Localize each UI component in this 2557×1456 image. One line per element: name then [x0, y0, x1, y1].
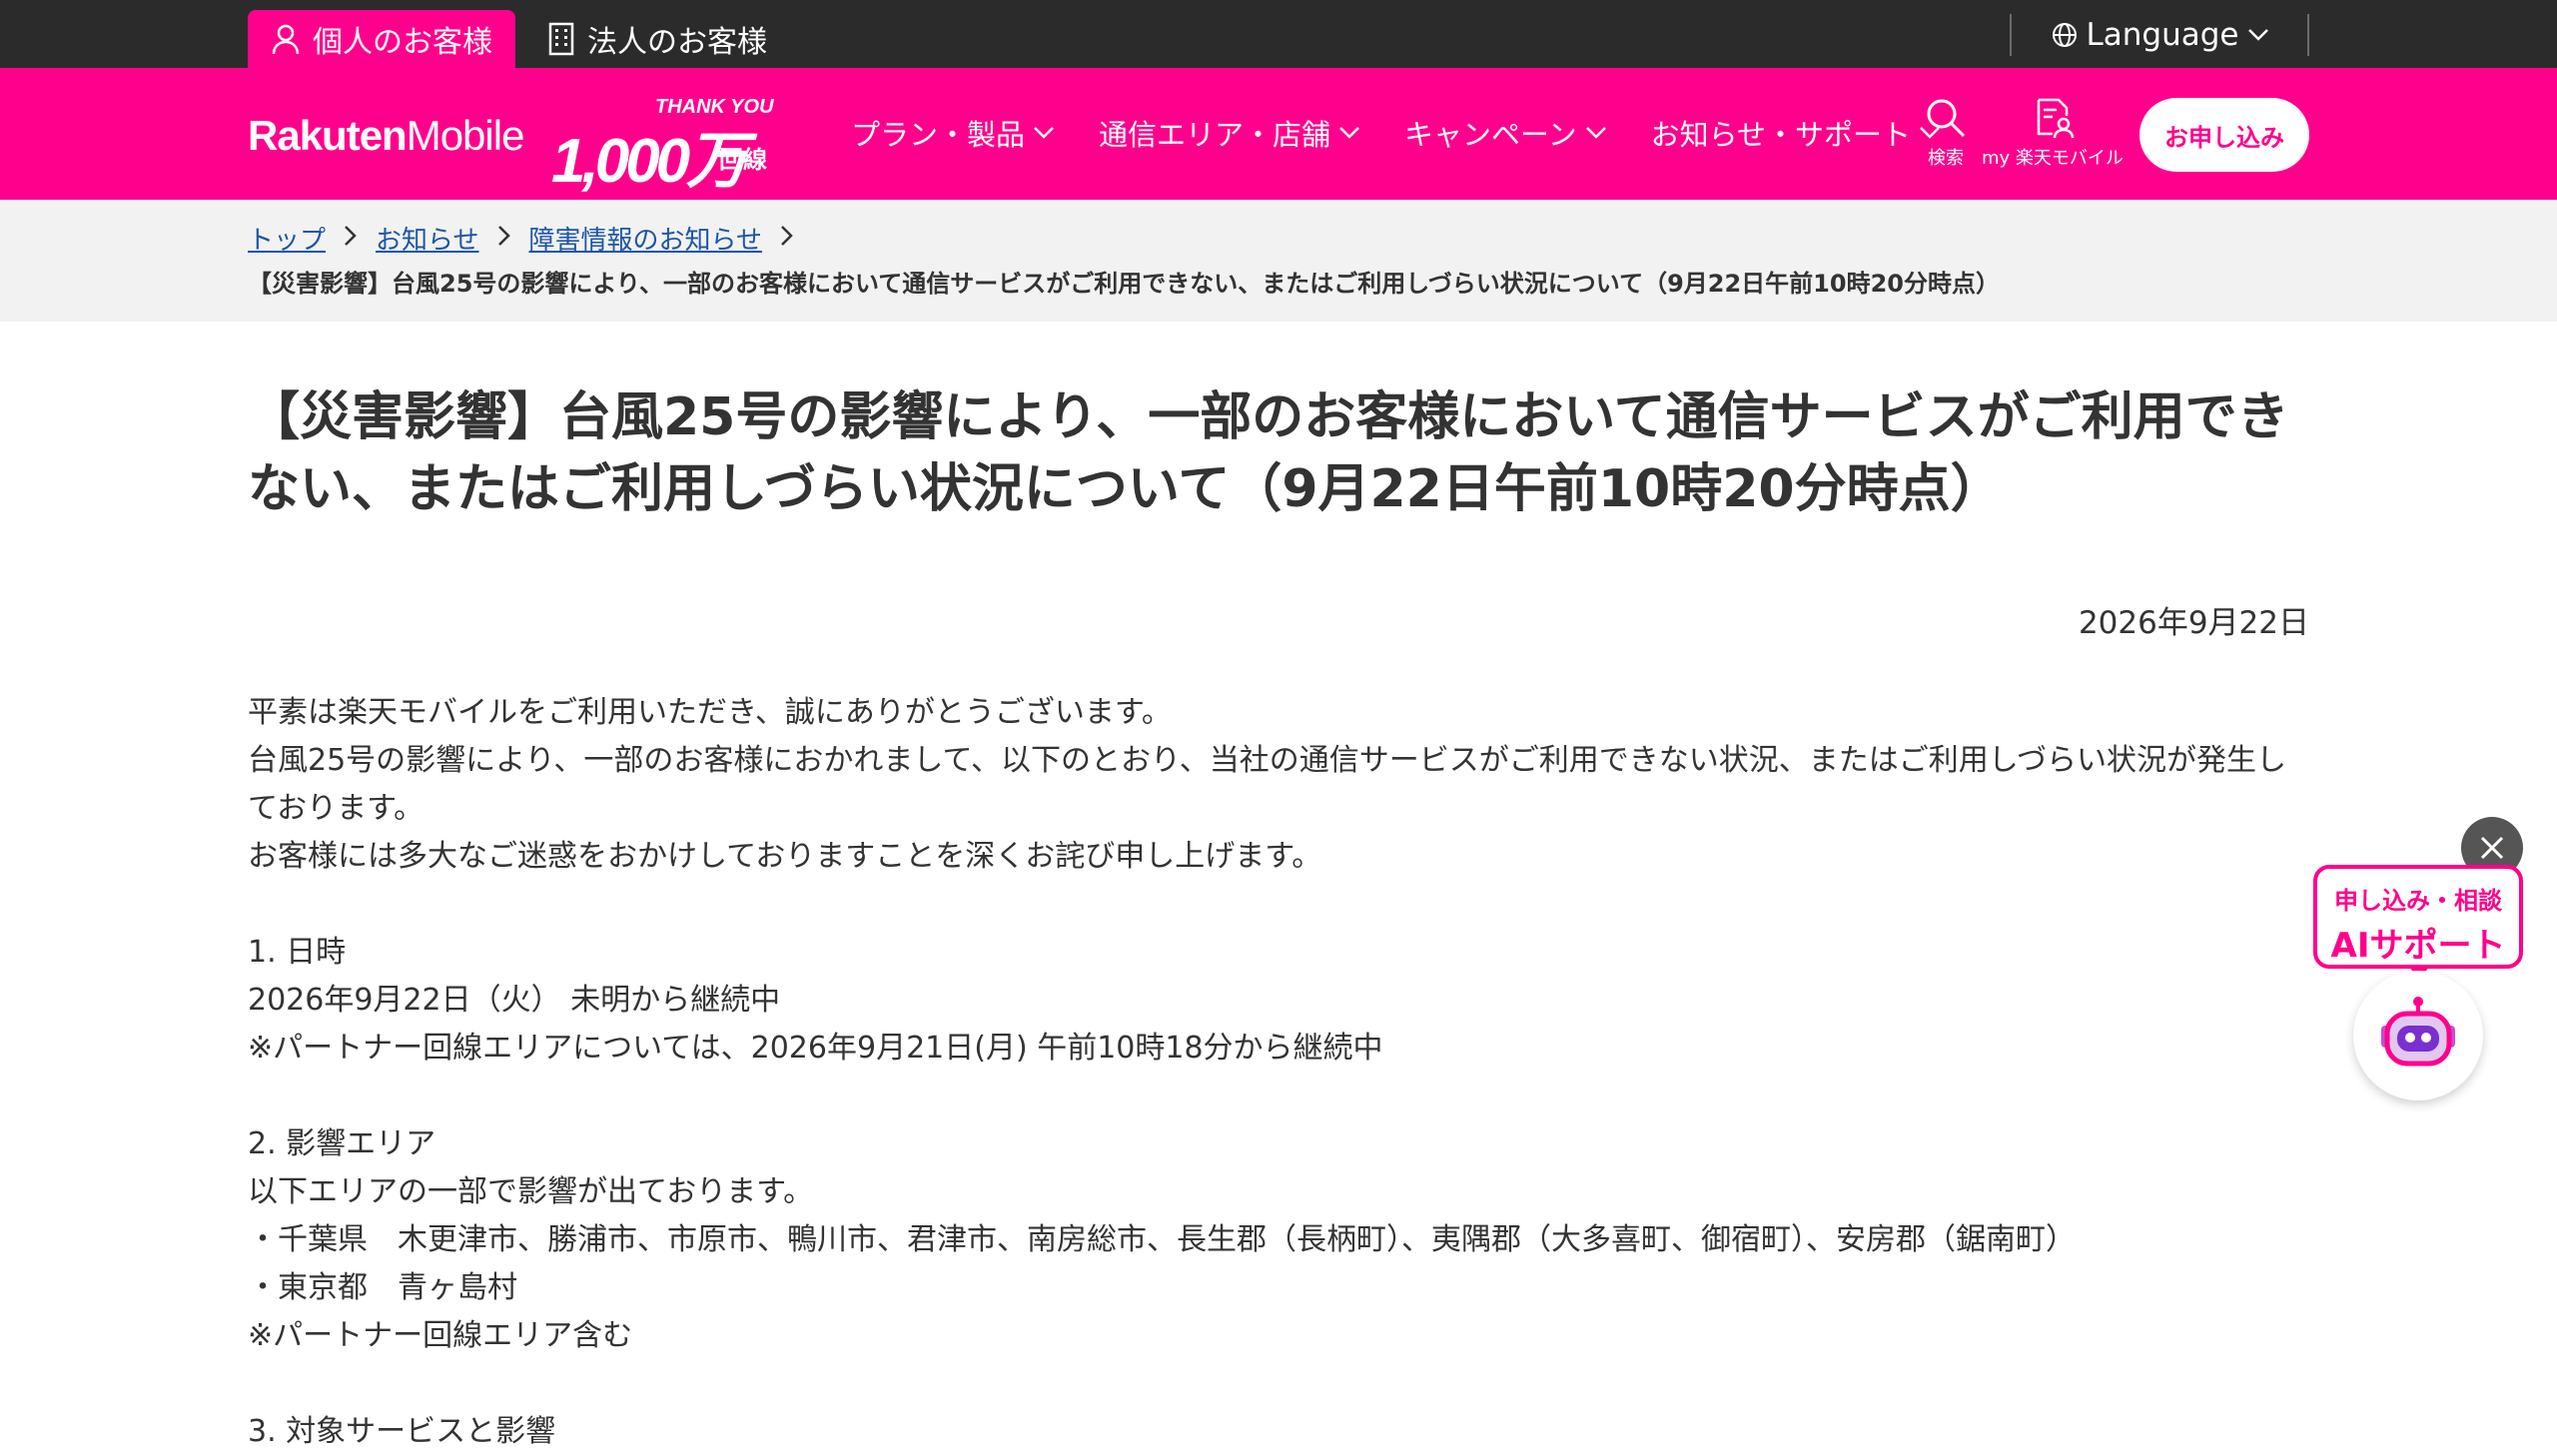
tab-personal[interactable]: 個人のお客様	[248, 10, 515, 68]
nav-area-label: 通信エリア・店舗	[1099, 118, 1331, 152]
section-line: ※パートナー回線エリアについては、2026年9月21日(月) 午前10時18分か…	[248, 1031, 1383, 1066]
nav-news-label: お知らせ・サポート	[1650, 118, 1912, 152]
section-line: ・東京都 青ヶ島村	[248, 1270, 517, 1305]
utility-bar: 個人のお客様 法人のお客様 Language	[0, 0, 2557, 68]
chevron-down-icon	[2247, 29, 2268, 41]
chevron-down-icon	[1034, 127, 1054, 139]
globe-icon	[2052, 23, 2077, 47]
search-button[interactable]: 検索	[1924, 96, 1968, 170]
ai-bubble-line2: AIサポート	[2330, 926, 2506, 966]
article-body: 平素は楽天モバイルをご利用いただき、誠にありがとうございます。 台風25号の影響…	[248, 689, 2309, 1456]
publish-date: 2026年9月22日	[2078, 605, 2309, 641]
breadcrumb-current: 【災害影響】台風25号の影響により、一部のお客様において通信サービスがご利用でき…	[248, 270, 2000, 298]
search-icon	[1927, 99, 1966, 138]
apply-button[interactable]: お申し込み	[2139, 98, 2309, 172]
nav-news-support[interactable]: お知らせ・サポート	[1651, 112, 1941, 154]
robot-icon	[2381, 997, 2455, 1067]
breadcrumb: トップ お知らせ 障害情報のお知らせ 【災害影響】台風25号の影響により、一部の…	[0, 200, 2557, 322]
breadcrumb-link-news[interactable]: お知らせ	[376, 220, 478, 257]
section-heading: 2. 影響エリア	[248, 1126, 436, 1161]
logo-brand: Rakuten	[248, 112, 408, 159]
person-icon	[272, 24, 300, 55]
ai-bubble-line1: 申し込み・相談	[2334, 887, 2502, 915]
close-icon	[2480, 836, 2504, 860]
breadcrumb-link-outage[interactable]: 障害情報のお知らせ	[529, 220, 762, 257]
chevron-right-icon	[497, 224, 511, 254]
chevron-down-icon	[1339, 127, 1359, 139]
page-title: 【災害影響】台風25号の影響により、一部のお客様において通信サービスがご利用でき…	[248, 387, 2289, 519]
tab-business-label: 法人のお客様	[587, 25, 767, 60]
section-heading: 3. 対象サービスと影響	[248, 1414, 556, 1449]
search-label: 検索	[1928, 148, 1964, 169]
ai-support-bubble[interactable]: 申し込み・相談 AIサポート	[2313, 865, 2523, 969]
tab-personal-label: 個人のお客様	[313, 25, 492, 60]
chevron-right-icon	[344, 224, 358, 254]
nav-plans[interactable]: プラン・製品	[851, 112, 1055, 154]
campaign-number: 1,000万	[551, 127, 748, 196]
breadcrumb-links: トップ お知らせ 障害情報のお知らせ	[248, 220, 812, 257]
main-header: RakutenMobile THANK YOU 1,000万 回線 プラン・製品…	[0, 68, 2557, 200]
document-user-icon	[2037, 98, 2075, 139]
my-label: my 楽天モバイル	[1982, 148, 2124, 169]
section-line: 2026年9月22日（火） 未明から継続中	[248, 983, 781, 1018]
intro-line: 平素は楽天モバイルをご利用いただき、誠にありがとうございます。	[248, 695, 1172, 730]
nav-campaign-label: キャンペーン	[1404, 118, 1577, 152]
global-nav: プラン・製品 通信エリア・店舗 キャンペーン お知らせ・サポート	[851, 112, 1941, 154]
intro-line: 台風25号の影響により、一部のお客様におかれまして、以下のとおり、当社の通信サー…	[248, 743, 2286, 826]
chevron-right-icon	[780, 224, 794, 254]
section-heading: 1. 日時	[248, 935, 347, 970]
nav-plans-label: プラン・製品	[851, 118, 1026, 152]
breadcrumb-link-top[interactable]: トップ	[248, 220, 326, 257]
language-selector[interactable]: Language	[2010, 14, 2309, 56]
section-line: 以下エリアの一部で影響が出ております。	[248, 1174, 814, 1209]
section-line: ※パートナー回線エリア含む	[248, 1318, 633, 1353]
building-icon	[548, 22, 574, 56]
nav-campaign[interactable]: キャンペーン	[1404, 112, 1607, 154]
campaign-badge: THANK YOU 1,000万 回線	[551, 96, 781, 196]
section-line: ・千葉県 木更津市、勝浦市、市原市、鴨川市、君津市、南房総市、長生郡（長柄町）、…	[248, 1222, 2076, 1257]
ai-support-avatar[interactable]	[2353, 971, 2483, 1100]
chevron-down-icon	[1585, 127, 1606, 139]
nav-area-stores[interactable]: 通信エリア・店舗	[1099, 112, 1360, 154]
campaign-unit: 回線	[719, 147, 767, 174]
intro-line: お客様には多大なご迷惑をおかけしておりますことを深くお詫び申し上げます。	[248, 839, 1322, 874]
tab-business[interactable]: 法人のお客様	[547, 10, 807, 68]
my-rakuten-mobile-button[interactable]: my 楽天モバイル	[1982, 96, 2124, 170]
logo-product: Mobile	[406, 112, 525, 159]
rakuten-mobile-logo[interactable]: RakutenMobile	[248, 112, 525, 160]
language-label: Language	[2086, 17, 2239, 53]
